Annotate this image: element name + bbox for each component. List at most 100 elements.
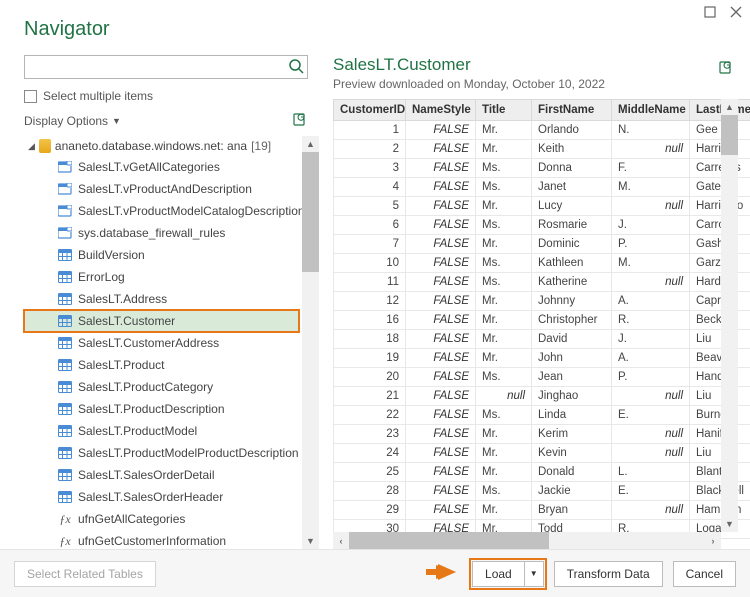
scroll-up-icon[interactable]: ▲ bbox=[302, 136, 319, 152]
table-row[interactable]: 4FALSEMs.JanetM.Gates bbox=[334, 178, 750, 197]
maximize-icon[interactable] bbox=[704, 6, 716, 18]
table-cell: 12 bbox=[334, 292, 406, 311]
table-row[interactable]: 12FALSEMr.JohnnyA.Caprio bbox=[334, 292, 750, 311]
table-row[interactable]: 2FALSEMr.KeithnullHarris bbox=[334, 140, 750, 159]
tree-item[interactable]: SalesLT.Product bbox=[24, 354, 299, 376]
table-cell: Ms. bbox=[476, 406, 532, 425]
refresh-icon[interactable] bbox=[292, 111, 308, 130]
scroll-down-icon[interactable]: ▼ bbox=[302, 533, 319, 549]
table-row[interactable]: 1FALSEMr.OrlandoN.Gee bbox=[334, 121, 750, 140]
column-header[interactable]: NameStyle bbox=[406, 100, 476, 121]
column-header[interactable]: Title bbox=[476, 100, 532, 121]
table-icon bbox=[58, 403, 72, 415]
table-cell: Ms. bbox=[476, 273, 532, 292]
tree-item[interactable]: SalesLT.vProductAndDescription bbox=[24, 178, 299, 200]
tree-item-label: SalesLT.CustomerAddress bbox=[78, 336, 219, 350]
table-cell: null bbox=[612, 501, 690, 520]
scroll-up-icon[interactable]: ▲ bbox=[721, 99, 738, 115]
table-cell: FALSE bbox=[406, 197, 476, 216]
tree-item[interactable]: SalesLT.ProductCategory bbox=[24, 376, 299, 398]
table-cell: Christopher bbox=[532, 311, 612, 330]
table-row[interactable]: 24FALSEMr.KevinnullLiu bbox=[334, 444, 750, 463]
tree-item[interactable]: SalesLT.SalesOrderHeader bbox=[24, 486, 299, 508]
table-cell: E. bbox=[612, 482, 690, 501]
tree-item[interactable]: SalesLT.vProductModelCatalogDescription bbox=[24, 200, 299, 222]
table-row[interactable]: 28FALSEMs.JackieE.Blackwell bbox=[334, 482, 750, 501]
table-cell: null bbox=[612, 197, 690, 216]
table-row[interactable]: 20FALSEMs.JeanP.Handley bbox=[334, 368, 750, 387]
tree-item-label: SalesLT.vProductModelCatalogDescription bbox=[78, 204, 305, 218]
table-cell: Mr. bbox=[476, 349, 532, 368]
tree-scrollbar[interactable]: ▲ ▼ bbox=[302, 136, 319, 549]
search-input[interactable] bbox=[24, 55, 308, 79]
table-row[interactable]: 18FALSEMr.DavidJ.Liu bbox=[334, 330, 750, 349]
table-row[interactable]: 11FALSEMs.KatherinenullHarding bbox=[334, 273, 750, 292]
grid-vertical-scrollbar[interactable]: ▲ ▼ bbox=[721, 99, 738, 532]
table-row[interactable]: 29FALSEMr.BryannullHamilton bbox=[334, 501, 750, 520]
scroll-left-icon[interactable]: ‹ bbox=[333, 532, 349, 549]
table-row[interactable]: 3FALSEMs.DonnaF.Carreras bbox=[334, 159, 750, 178]
table-cell: J. bbox=[612, 330, 690, 349]
tree-item[interactable]: SalesLT.vGetAllCategories bbox=[24, 156, 299, 178]
search-icon[interactable] bbox=[288, 58, 304, 77]
table-cell: Garza bbox=[690, 254, 750, 273]
column-header[interactable]: FirstName bbox=[532, 100, 612, 121]
table-cell: Harris bbox=[690, 140, 750, 159]
tree-item[interactable]: SalesLT.ProductModel bbox=[24, 420, 299, 442]
table-row[interactable]: 6FALSEMs.RosmarieJ.Carroll bbox=[334, 216, 750, 235]
tree-item[interactable]: ƒxufnGetCustomerInformation bbox=[24, 530, 299, 552]
table-icon bbox=[58, 447, 72, 459]
scroll-down-icon[interactable]: ▼ bbox=[721, 516, 738, 532]
table-row[interactable]: 25FALSEMr.DonaldL.Blanton bbox=[334, 463, 750, 482]
view-icon bbox=[58, 161, 72, 173]
close-icon[interactable] bbox=[730, 6, 742, 18]
column-header[interactable]: CustomerID bbox=[334, 100, 406, 121]
table-cell: John bbox=[532, 349, 612, 368]
table-cell: A. bbox=[612, 349, 690, 368]
tree-item[interactable]: SalesLT.ProductDescription bbox=[24, 398, 299, 420]
cancel-button[interactable]: Cancel bbox=[673, 561, 736, 587]
tree-item[interactable]: SalesLT.Customer bbox=[24, 310, 299, 332]
column-header[interactable]: MiddleName bbox=[612, 100, 690, 121]
table-cell: Ms. bbox=[476, 216, 532, 235]
tree-item-label: ufnGetAllCategories bbox=[78, 512, 185, 526]
tree-item[interactable]: SalesLT.CustomerAddress bbox=[24, 332, 299, 354]
grid-horizontal-scrollbar[interactable]: ‹ › bbox=[333, 532, 721, 549]
tree-item[interactable]: ErrorLog bbox=[24, 266, 299, 288]
preview-refresh-icon[interactable] bbox=[718, 59, 734, 78]
tree-item[interactable]: SalesLT.ProductModelProductDescription bbox=[24, 442, 299, 464]
tree-item-label: SalesLT.ProductModelProductDescription bbox=[78, 446, 299, 460]
table-cell: FALSE bbox=[406, 368, 476, 387]
table-cell: 23 bbox=[334, 425, 406, 444]
tree-item[interactable]: sys.database_firewall_rules bbox=[24, 222, 299, 244]
column-header[interactable]: LastName bbox=[690, 100, 750, 121]
select-multiple-checkbox[interactable] bbox=[24, 90, 37, 103]
load-dropdown-button[interactable]: ▼ bbox=[524, 561, 544, 587]
table-cell: null bbox=[476, 387, 532, 406]
grid-vertical-thumb[interactable] bbox=[721, 115, 738, 155]
table-row[interactable]: 21FALSEnullJinghaonullLiu bbox=[334, 387, 750, 406]
tree-item[interactable]: SalesLT.SalesOrderDetail bbox=[24, 464, 299, 486]
tree-item-label: ufnGetCustomerInformation bbox=[78, 534, 226, 548]
tree-item[interactable]: ƒxufnGetAllCategories bbox=[24, 508, 299, 530]
table-row[interactable]: 5FALSEMr.LucynullHarringto bbox=[334, 197, 750, 216]
grid-horizontal-thumb[interactable] bbox=[349, 532, 549, 549]
table-row[interactable]: 10FALSEMs.KathleenM.Garza bbox=[334, 254, 750, 273]
table-cell: FALSE bbox=[406, 349, 476, 368]
table-cell: null bbox=[612, 387, 690, 406]
table-cell: Kevin bbox=[532, 444, 612, 463]
table-cell: Harding bbox=[690, 273, 750, 292]
table-row[interactable]: 16FALSEMr.ChristopherR.Beck bbox=[334, 311, 750, 330]
table-row[interactable]: 23FALSEMr.KerimnullHanif bbox=[334, 425, 750, 444]
load-button[interactable]: Load bbox=[472, 561, 524, 587]
tree-item[interactable]: SalesLT.Address bbox=[24, 288, 299, 310]
tree-item[interactable]: BuildVersion bbox=[24, 244, 299, 266]
tree-scrollbar-thumb[interactable] bbox=[302, 152, 319, 272]
transform-data-button[interactable]: Transform Data bbox=[554, 561, 663, 587]
table-row[interactable]: 7FALSEMr.DominicP.Gash bbox=[334, 235, 750, 254]
scroll-right-icon[interactable]: › bbox=[705, 532, 721, 549]
display-options-dropdown[interactable]: Display Options ▼ bbox=[24, 114, 121, 128]
table-row[interactable]: 19FALSEMr.JohnA.Beaver bbox=[334, 349, 750, 368]
table-row[interactable]: 22FALSEMs.LindaE.Burnett bbox=[334, 406, 750, 425]
tree-root[interactable]: ◢ ananeto.database.windows.net: ana [19] bbox=[24, 136, 299, 156]
